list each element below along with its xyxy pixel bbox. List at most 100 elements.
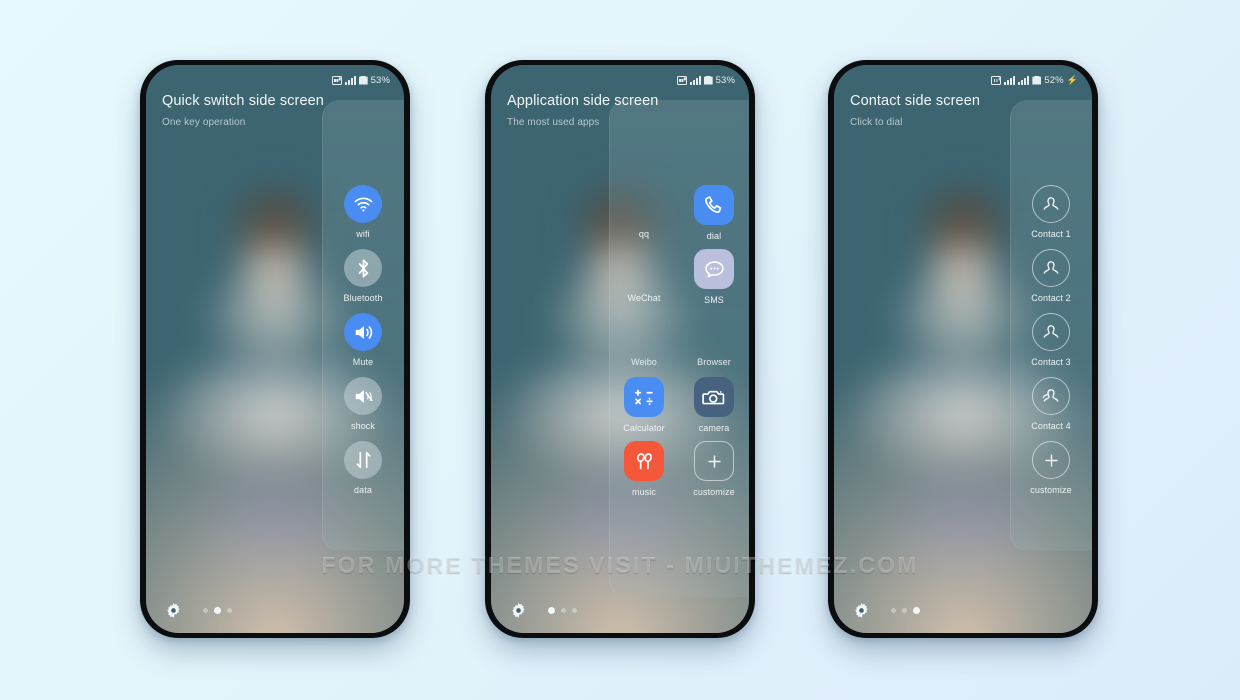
page-title: Contact side screen: [850, 93, 981, 109]
app-customize[interactable]: customize: [679, 441, 749, 505]
signal-bars-icon: [689, 75, 701, 85]
earbuds-icon: [624, 441, 664, 481]
weibo-icon: [625, 313, 663, 351]
page-subtitle: One key operation: [162, 117, 246, 128]
signal-bars-sim1-icon: [1004, 75, 1016, 85]
contact-item-customize[interactable]: customize: [1010, 441, 1092, 505]
battery-icon: [1032, 75, 1042, 85]
signal-box-icon: [991, 75, 1002, 85]
bottom-bar: [491, 597, 749, 623]
contact-item-4[interactable]: Contact 4: [1010, 377, 1092, 441]
page-dot-active[interactable]: [913, 606, 920, 614]
phone-quick-switch: 53% Quick switch side screen One key ope…: [140, 60, 410, 638]
wechat-icon: [625, 249, 663, 287]
app-label: Calculator: [623, 423, 665, 433]
app-label: SMS: [704, 295, 724, 305]
app-grid: qq dial WeChat SMS Weibo Browser Calcula…: [609, 185, 749, 505]
contact-item-1[interactable]: Contact 1: [1010, 185, 1092, 249]
quick-toggle-label: Mute: [352, 357, 374, 367]
page-dot-active[interactable]: [548, 606, 555, 614]
contact-label: Contact 3: [1031, 357, 1071, 367]
app-dial[interactable]: dial: [679, 185, 749, 249]
app-browser[interactable]: Browser: [679, 313, 749, 377]
settings-gear-icon[interactable]: [854, 602, 869, 618]
wifi-icon: [344, 185, 382, 223]
quick-toggle-label: Bluetooth: [343, 293, 383, 303]
app-weibo[interactable]: Weibo: [609, 313, 679, 377]
battery-percent: 53%: [715, 74, 735, 86]
plus-icon: [694, 441, 734, 481]
qq-icon: [625, 185, 663, 223]
page-header: Application side screen The most used ap…: [507, 93, 658, 128]
contact-avatar-icon: [1032, 185, 1070, 223]
app-label: dial: [706, 231, 722, 241]
quick-toggle-shock[interactable]: shock: [322, 377, 404, 441]
signal-bars-icon: [344, 75, 356, 85]
phone-contact: 52% ⚡ Contact side screen Click to dial …: [828, 60, 1098, 638]
status-bar: 53%: [505, 72, 735, 88]
page-dot[interactable]: [891, 607, 896, 613]
phone-icon: [694, 185, 734, 225]
page-header: Contact side screen Click to dial: [850, 93, 980, 128]
screenshot-stage: 53% Quick switch side screen One key ope…: [0, 0, 1240, 700]
quick-toggle-label: wifi: [356, 229, 370, 239]
contact-label: Contact 1: [1031, 229, 1071, 239]
page-dot[interactable]: [561, 607, 566, 613]
page-dot-active[interactable]: [214, 606, 221, 614]
contact-item-3[interactable]: Contact 3: [1010, 313, 1092, 377]
signal-bars-sim2-icon: [1018, 75, 1030, 85]
app-sms[interactable]: SMS: [679, 249, 749, 313]
battery-percent: 53%: [370, 74, 390, 86]
vibrate-icon: [344, 377, 382, 415]
signal-box-icon: [331, 75, 342, 85]
page-title: Application side screen: [507, 93, 659, 109]
status-bar: 53%: [160, 72, 390, 88]
contact-avatar-icon: [1032, 249, 1070, 287]
signal-box-icon: [676, 75, 687, 85]
contact-avatar-icon: [1032, 377, 1070, 415]
page-dots[interactable]: [891, 606, 920, 614]
contact-item-2[interactable]: Contact 2: [1010, 249, 1092, 313]
settings-gear-icon[interactable]: [166, 602, 181, 618]
page-dot[interactable]: [902, 607, 907, 613]
app-music[interactable]: music: [609, 441, 679, 505]
app-camera[interactable]: camera: [679, 377, 749, 441]
quick-toggle-mute[interactable]: Mute: [322, 313, 404, 377]
page-dot[interactable]: [227, 607, 232, 613]
app-label: music: [631, 487, 656, 497]
app-label: Weibo: [631, 357, 657, 367]
contact-list: Contact 1 Contact 2 Contact 3 Contact 4 …: [1010, 185, 1092, 505]
contact-label: customize: [1030, 485, 1072, 495]
app-label: customize: [693, 487, 735, 497]
quick-toggle-data[interactable]: data: [322, 441, 404, 505]
bottom-bar: [146, 597, 404, 623]
contact-label: Contact 4: [1031, 421, 1071, 431]
app-wechat[interactable]: WeChat: [609, 249, 679, 313]
app-calculator[interactable]: Calculator: [609, 377, 679, 441]
quick-toggle-bluetooth[interactable]: Bluetooth: [322, 249, 404, 313]
charging-bolt-icon: ⚡: [1066, 74, 1078, 85]
camera-icon: [694, 377, 734, 417]
settings-gear-icon[interactable]: [511, 602, 526, 618]
page-subtitle: The most used apps: [507, 117, 600, 128]
page-dot[interactable]: [572, 607, 577, 613]
screen: 53% Quick switch side screen One key ope…: [146, 65, 404, 633]
quick-toggle-wifi[interactable]: wifi: [322, 185, 404, 249]
volume-icon: [344, 313, 382, 351]
page-dots[interactable]: [203, 606, 232, 614]
screen: 52% ⚡ Contact side screen Click to dial …: [834, 65, 1092, 633]
app-label: WeChat: [627, 293, 661, 303]
contact-avatar-icon: [1032, 313, 1070, 351]
page-dot[interactable]: [203, 607, 208, 613]
app-qq[interactable]: qq: [609, 185, 679, 249]
quick-toggle-label: data: [354, 485, 372, 495]
battery-icon: [358, 75, 368, 85]
page-dots[interactable]: [548, 606, 577, 614]
app-label: qq: [638, 229, 650, 239]
bottom-bar: [834, 597, 1092, 623]
page-title: Quick switch side screen: [162, 93, 324, 109]
page-subtitle: Click to dial: [850, 117, 903, 128]
bluetooth-icon: [344, 249, 382, 287]
battery-icon: [703, 75, 713, 85]
page-header: Quick switch side screen One key operati…: [162, 93, 324, 128]
